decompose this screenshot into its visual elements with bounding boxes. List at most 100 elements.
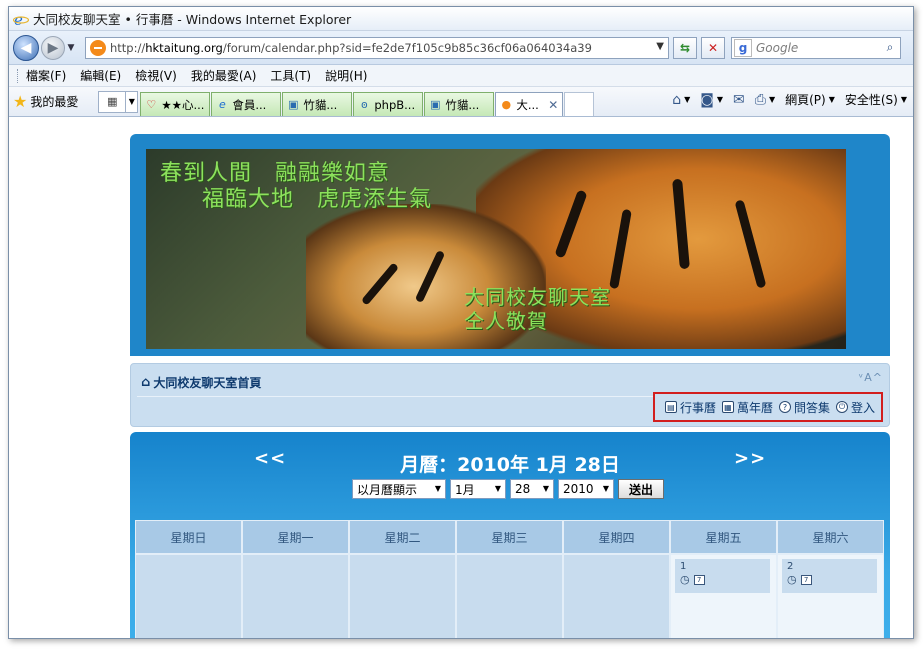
tab-5[interactable]: ▣ 竹貓... — [424, 92, 495, 116]
tab-3[interactable]: ▣ 竹貓... — [282, 92, 353, 116]
search-input[interactable]: g Google ⌕ — [731, 36, 901, 59]
window-title: 大同校友聊天室 • 行事曆 - Windows Internet Explore… — [33, 12, 352, 27]
favorites-button[interactable]: ★ 我的最愛 — [13, 92, 78, 111]
rss-icon: ◙ — [700, 91, 714, 108]
address-bar[interactable]: http://hktaitung.org/forum/calendar.php?… — [85, 36, 669, 59]
new-tab-button[interactable] — [564, 92, 595, 116]
calendar-title: 月曆：2010年 1月 28日 — [400, 454, 620, 476]
month-select[interactable]: 1月 ▼ — [450, 479, 506, 499]
calendar-controls: 以月曆顯示 ▼ 1月 ▼ 28 ▼ 2010 ▼ 送出 — [352, 479, 665, 499]
menu-edit[interactable]: 編輯(E) — [80, 67, 121, 84]
calendar-grid-icon: ▦ — [721, 401, 734, 413]
safety-menu[interactable]: 安全性(S) ▼ — [845, 91, 907, 108]
clock-icon[interactable]: ◷ — [680, 573, 690, 586]
tab-4[interactable]: ꙩ phpB... — [353, 92, 424, 116]
day-cell-empty — [135, 554, 242, 638]
menu-favorites[interactable]: 我的最愛(A) — [191, 67, 257, 84]
calendar-link[interactable]: ▤ 行事曆 — [664, 399, 716, 416]
weekday-tue: 星期二 — [349, 520, 456, 554]
menu-tools[interactable]: 工具(T) — [270, 67, 311, 84]
browser-window: e 大同校友聊天室 • 行事曆 - Windows Internet Explo… — [8, 6, 914, 639]
next-month-link[interactable]: >> — [734, 448, 766, 469]
year-select[interactable]: 2010 ▼ — [558, 479, 614, 499]
heart-icon: ♡ — [146, 98, 157, 111]
help-icon: ? — [778, 401, 791, 413]
feeds-button[interactable]: ◙ ▼ — [700, 92, 723, 108]
day-cell[interactable]: 1 ◷ 7 — [670, 554, 777, 638]
faq-link[interactable]: ? 問答集 — [778, 399, 830, 416]
page-menu[interactable]: 網頁(P) ▼ — [785, 91, 835, 108]
day-number[interactable]: 1 — [680, 561, 765, 572]
back-button[interactable]: ◀ — [13, 34, 39, 61]
mail-icon: ✉ — [733, 91, 745, 108]
banner-line-2: 福臨大地 虎虎添生氣 — [202, 187, 433, 212]
breadcrumb-home-link[interactable]: 大同校友聊天室首頁 — [153, 374, 261, 391]
power-icon: ⏻ — [835, 401, 848, 413]
command-bar: ⌂ ▼ ◙ ▼ ✉ ⎙ ▼ 網頁(P) ▼ 安全性(S) ▼ — [662, 91, 907, 108]
page-icon: ▣ — [288, 98, 299, 111]
home-button[interactable]: ⌂ ▼ — [672, 92, 690, 108]
weekday-mon: 星期一 — [242, 520, 349, 554]
submit-button[interactable]: 送出 — [618, 479, 665, 499]
address-url: http://hktaitung.org/forum/calendar.php?… — [110, 40, 592, 55]
forward-button[interactable]: ▶ — [41, 35, 65, 60]
day-view-icon[interactable]: 7 — [800, 574, 812, 585]
navbar: ⌂ 大同校友聊天室首頁 ᵛA^ ▤ 行事曆 ▦ 萬年曆 ? 問答集 ⏻ 登入 — [130, 363, 890, 427]
tab-1[interactable]: ♡ ★★心... — [140, 92, 211, 116]
calendar-panel: << 月曆：2010年 1月 28日 >> 以月曆顯示 ▼ 1月 ▼ 28 ▼ 201… — [130, 432, 890, 638]
address-dropdown-icon[interactable]: ▼ — [656, 41, 664, 52]
menu-help[interactable]: 說明(H) — [325, 67, 367, 84]
perpetual-calendar-link[interactable]: ▦ 萬年曆 — [721, 399, 773, 416]
day-select[interactable]: 28 ▼ — [510, 479, 554, 499]
menu-view[interactable]: 檢視(V) — [135, 67, 177, 84]
mail-button[interactable]: ✉ — [733, 92, 745, 108]
clock-icon[interactable]: ◷ — [787, 573, 797, 586]
view-mode-select[interactable]: 以月曆顯示 ▼ — [352, 479, 446, 499]
stop-button[interactable]: ✕ — [701, 36, 725, 59]
search-placeholder: Google — [756, 40, 799, 55]
history-dropdown-icon[interactable]: ▼ — [65, 43, 77, 53]
weekday-sat: 星期六 — [777, 520, 884, 554]
site-favicon-icon — [90, 39, 106, 56]
calendar-grid: 星期日 星期一 星期二 星期三 星期四 星期五 星期六 1 ◷ 7 2 ◷ 7 — [135, 520, 884, 638]
quick-tabs-icon[interactable]: ▦ — [98, 90, 127, 113]
home-icon: ⌂ — [672, 91, 682, 108]
tab-list-dropdown-icon[interactable]: ▼ — [126, 90, 139, 113]
breadcrumb[interactable]: ⌂ 大同校友聊天室首頁 — [141, 374, 261, 391]
weekday-header-row: 星期日 星期一 星期二 星期三 星期四 星期五 星期六 — [135, 520, 884, 554]
week-row: 1 ◷ 7 2 ◷ 7 — [135, 554, 884, 638]
search-icon[interactable]: ⌕ — [880, 38, 900, 58]
print-button[interactable]: ⎙ ▼ — [755, 92, 775, 108]
forum-header: 春到人間 融融樂如意 福臨大地 虎虎添生氣 大同校友聊天室 仝人敬賀 — [130, 134, 890, 356]
day-cell-empty — [349, 554, 456, 638]
weekday-sun: 星期日 — [135, 520, 242, 554]
favorites-bar: ★ 我的最愛 ▦ ▼ ♡ ★★心... e 會員... ▣ 竹貓... ꙩ phpB..… — [9, 87, 913, 117]
tab-2[interactable]: e 會員... — [211, 92, 282, 116]
tab-active[interactable]: ● 大... ✕ — [495, 92, 564, 116]
day-cell-empty — [242, 554, 349, 638]
page-content: 春到人間 融融樂如意 福臨大地 虎虎添生氣 大同校友聊天室 仝人敬賀 ⌂ 大同校… — [9, 119, 913, 638]
font-size-toggle[interactable]: ᵛA^ — [859, 371, 883, 384]
menu-file[interactable]: 檔案(F) — [26, 67, 66, 84]
weekday-wed: 星期三 — [456, 520, 563, 554]
weekday-thu: 星期四 — [563, 520, 670, 554]
day-box[interactable]: 1 ◷ 7 — [675, 559, 770, 593]
banner-line-4: 仝人敬賀 — [464, 309, 548, 333]
day-box[interactable]: 2 ◷ 7 — [782, 559, 877, 593]
day-view-icon[interactable]: 7 — [693, 574, 705, 585]
day-cell[interactable]: 2 ◷ 7 — [777, 554, 884, 638]
title-bar: e 大同校友聊天室 • 行事曆 - Windows Internet Explo… — [9, 7, 913, 31]
quick-links: ▤ 行事曆 ▦ 萬年曆 ? 問答集 ⏻ 登入 — [653, 392, 883, 422]
day-number[interactable]: 2 — [787, 561, 872, 572]
home-icon: ⌂ — [141, 375, 151, 390]
star-icon: ★ — [13, 92, 28, 111]
calendar-icon: ▤ — [664, 401, 677, 413]
refresh-button[interactable]: ⇆ — [673, 36, 697, 59]
day-cell-empty — [456, 554, 563, 638]
close-tab-icon[interactable]: ✕ — [548, 98, 558, 112]
weekday-fri: 星期五 — [670, 520, 777, 554]
print-icon: ⎙ — [754, 91, 766, 108]
menu-bar: 檔案(F) 編輯(E) 檢視(V) 我的最愛(A) 工具(T) 說明(H) — [9, 65, 913, 87]
login-link[interactable]: ⏻ 登入 — [835, 399, 875, 416]
site-icon: ● — [501, 98, 512, 111]
